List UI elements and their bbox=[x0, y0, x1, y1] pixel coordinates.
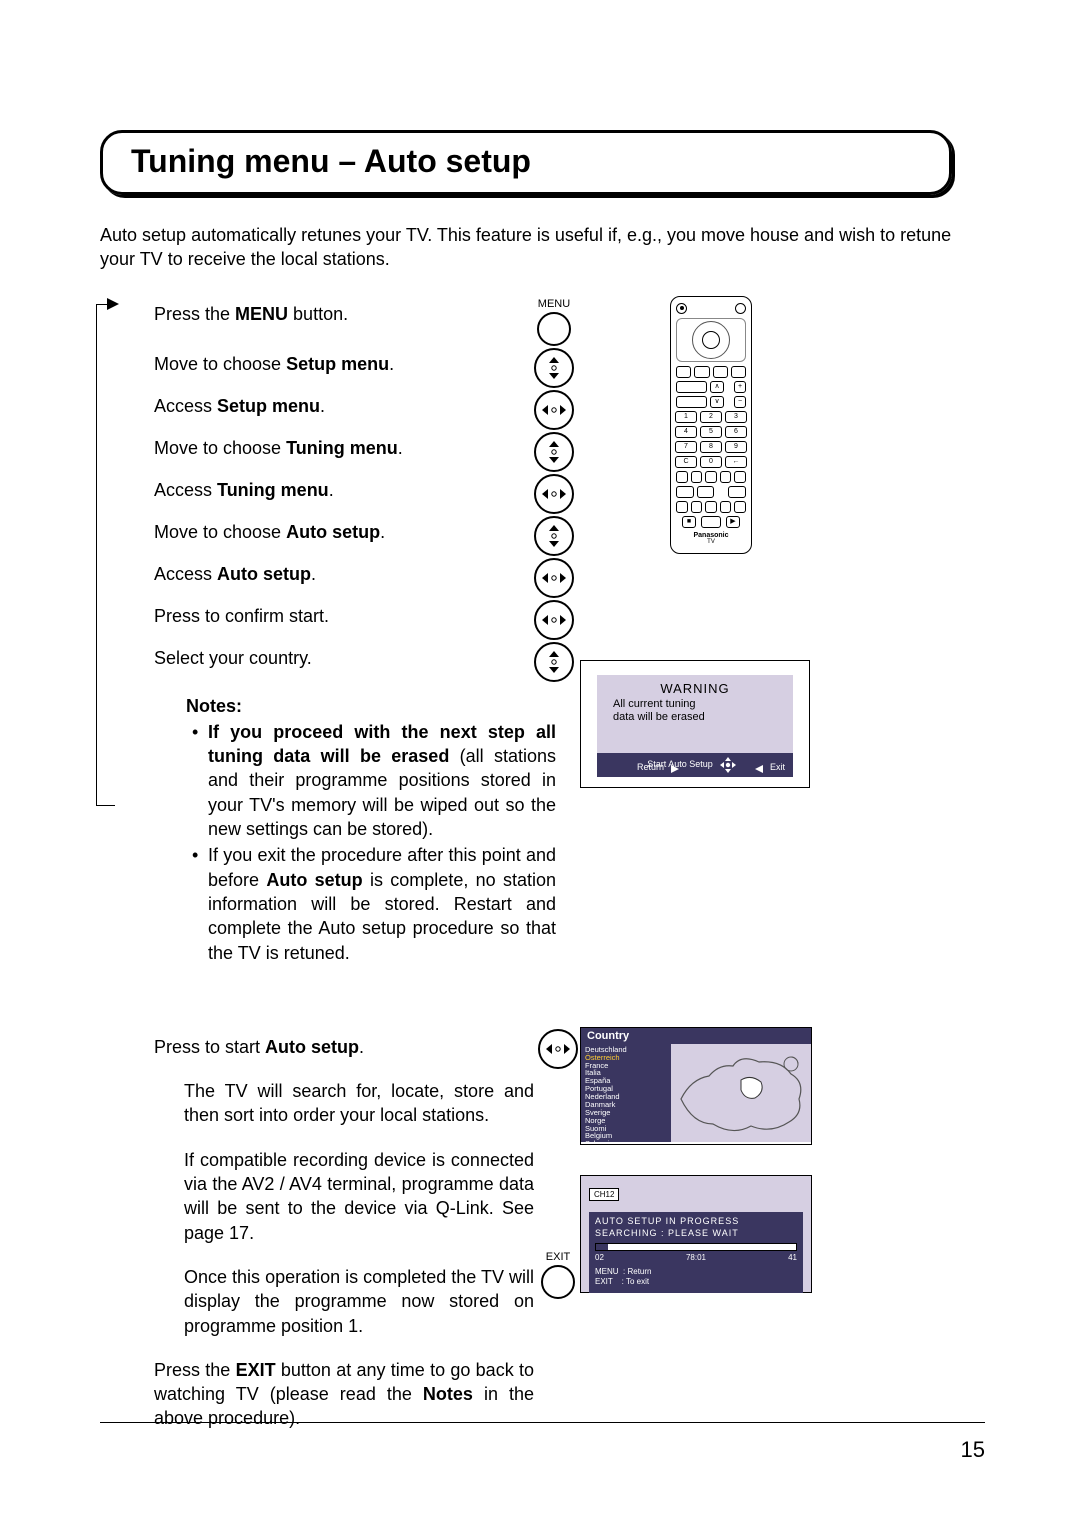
step-list: Press the MENU button. MENU Move to choo… bbox=[100, 296, 1000, 965]
arrow-right-icon bbox=[107, 298, 119, 310]
steps-grid: ∧+ ∨− 123 456 789 C0← ■▶ Panasonic TV WA… bbox=[100, 296, 1000, 965]
channel-chip: CH12 bbox=[589, 1188, 619, 1201]
step-bracket bbox=[96, 304, 115, 806]
step-text: Select your country. bbox=[154, 640, 514, 670]
step-text: Move to choose Setup menu. bbox=[154, 346, 514, 376]
nav-updown-icon bbox=[534, 516, 574, 556]
menu-label: MENU bbox=[537, 298, 571, 310]
lower-block: EXIT Country DeutschlandÖsterreichFrance… bbox=[100, 1035, 1000, 1431]
nav-leftright-icon bbox=[534, 474, 574, 514]
intro-text: Auto setup automatically retunes your TV… bbox=[100, 223, 960, 272]
page-number: 15 bbox=[961, 1437, 985, 1463]
exit-label: EXIT bbox=[538, 1251, 578, 1263]
country-list: DeutschlandÖsterreichFranceItaliaEspañaP… bbox=[581, 1044, 671, 1142]
lower-step: Press the EXIT button at any time to go … bbox=[154, 1358, 534, 1431]
step-text: Access Tuning menu. bbox=[154, 472, 514, 502]
step-text: Press to confirm start. bbox=[154, 598, 514, 628]
lower-paragraph: The TV will search for, locate, store an… bbox=[154, 1079, 534, 1128]
page-title-box: Tuning menu – Auto setup bbox=[100, 130, 952, 195]
lower-paragraph: Once this operation is completed the TV … bbox=[154, 1265, 534, 1338]
footer-rule bbox=[100, 1422, 985, 1423]
notes-block: Notes: If you proceed with the next step… bbox=[154, 694, 556, 965]
note-item: If you exit the procedure after this poi… bbox=[198, 843, 556, 964]
nav-updown-icon bbox=[534, 348, 574, 388]
lower-paragraph: If compatible recording device is connec… bbox=[154, 1148, 534, 1245]
nav-leftright-icon bbox=[534, 558, 574, 598]
notes-heading: Notes: bbox=[186, 694, 556, 718]
menu-button-icon bbox=[537, 312, 571, 346]
step-text: Move to choose Tuning menu. bbox=[154, 430, 514, 460]
europe-map-icon bbox=[671, 1044, 811, 1142]
country-title: Country bbox=[581, 1028, 811, 1044]
progress-bar bbox=[595, 1243, 797, 1251]
step-text: Access Auto setup. bbox=[154, 556, 514, 586]
manual-page: Tuning menu – Auto setup Auto setup auto… bbox=[0, 0, 1080, 1528]
country-screen: Country DeutschlandÖsterreichFranceItali… bbox=[580, 1027, 812, 1145]
nav-leftright-icon bbox=[534, 600, 574, 640]
nav-updown-icon bbox=[534, 432, 574, 472]
nav-leftright-icon bbox=[538, 1029, 578, 1069]
step-text: Access Setup menu. bbox=[154, 388, 514, 418]
nav-updown-icon bbox=[534, 642, 574, 682]
step-text: Press the MENU button. bbox=[154, 296, 514, 326]
note-item: If you proceed with the next step all tu… bbox=[198, 720, 556, 841]
page-title: Tuning menu – Auto setup bbox=[131, 143, 921, 180]
nav-leftright-icon bbox=[534, 390, 574, 430]
step-text: Move to choose Auto setup. bbox=[154, 514, 514, 544]
lower-step: Press to start Auto setup. bbox=[154, 1035, 534, 1059]
progress-screen: CH12 AUTO SETUP IN PROGRESS SEARCHING : … bbox=[580, 1175, 812, 1293]
exit-button-icon bbox=[541, 1265, 575, 1299]
